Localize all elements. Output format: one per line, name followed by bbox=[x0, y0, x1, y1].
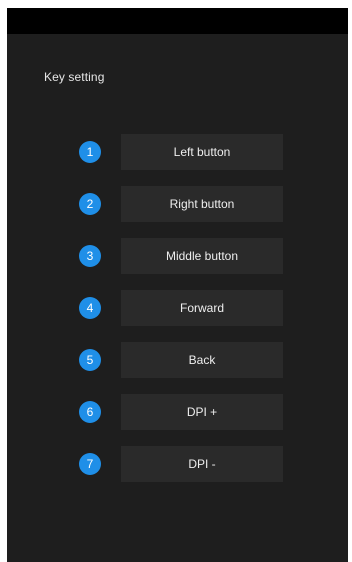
title-bar bbox=[7, 8, 348, 34]
back-assign-button[interactable]: Back bbox=[121, 342, 283, 378]
key-number-badge: 3 bbox=[79, 245, 101, 267]
key-row-3: 3 Middle button bbox=[79, 238, 289, 274]
left-button-assign-button[interactable]: Left button bbox=[121, 134, 283, 170]
key-setting-window: Key setting 1 Left button 2 Right button… bbox=[7, 8, 348, 562]
key-number-badge: 1 bbox=[79, 141, 101, 163]
key-row-7: 7 DPI - bbox=[79, 446, 289, 482]
key-row-2: 2 Right button bbox=[79, 186, 289, 222]
dpi-plus-assign-button[interactable]: DPI + bbox=[121, 394, 283, 430]
key-number-badge: 7 bbox=[79, 453, 101, 475]
middle-button-assign-button[interactable]: Middle button bbox=[121, 238, 283, 274]
key-list: 1 Left button 2 Right button 3 Middle bu… bbox=[79, 134, 289, 498]
key-row-5: 5 Back bbox=[79, 342, 289, 378]
key-number-badge: 2 bbox=[79, 193, 101, 215]
key-row-1: 1 Left button bbox=[79, 134, 289, 170]
key-row-6: 6 DPI + bbox=[79, 394, 289, 430]
forward-assign-button[interactable]: Forward bbox=[121, 290, 283, 326]
key-number-badge: 4 bbox=[79, 297, 101, 319]
right-button-assign-button[interactable]: Right button bbox=[121, 186, 283, 222]
key-number-badge: 5 bbox=[79, 349, 101, 371]
key-number-badge: 6 bbox=[79, 401, 101, 423]
dpi-minus-assign-button[interactable]: DPI - bbox=[121, 446, 283, 482]
key-row-4: 4 Forward bbox=[79, 290, 289, 326]
section-title: Key setting bbox=[44, 70, 105, 84]
